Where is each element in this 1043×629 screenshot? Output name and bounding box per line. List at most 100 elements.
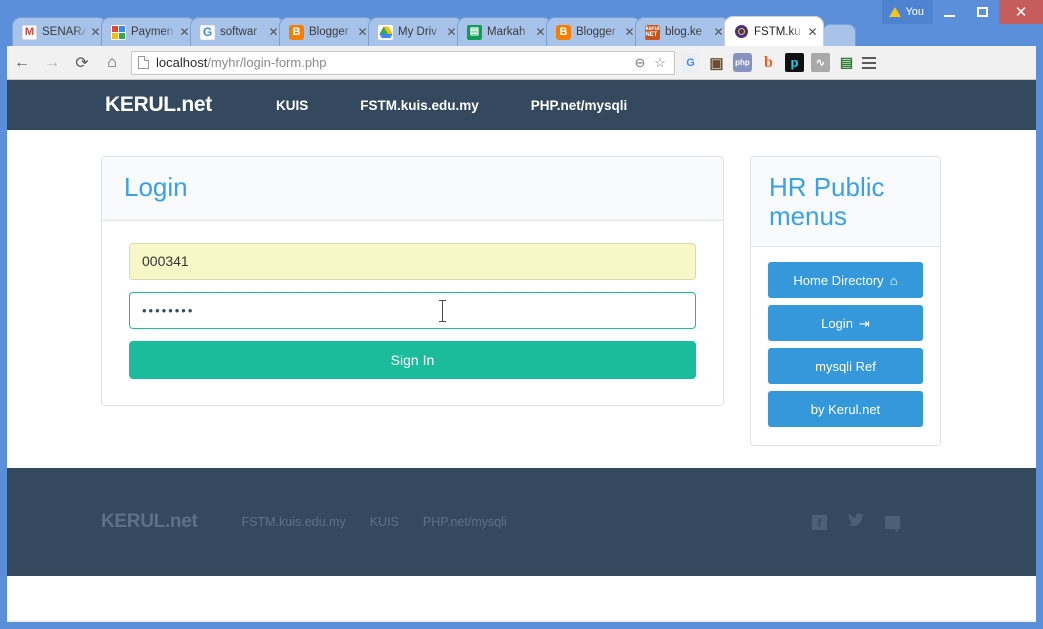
address-bar[interactable]: localhost/myhr/login-form.php ⊖ ☆ xyxy=(131,50,675,75)
sign-in-button[interactable]: Sign In xyxy=(129,340,696,379)
bitly-extension-icon[interactable]: b xyxy=(759,53,778,72)
minimize-icon xyxy=(944,14,955,17)
bookmark-star-icon[interactable]: ☆ xyxy=(650,55,670,71)
login-panel-header: Login xyxy=(102,157,723,221)
page-body: Login 000341 •••••••• Sign In HR Public … xyxy=(7,130,1036,468)
pocket-extension-icon[interactable]: p xyxy=(785,53,804,72)
tab-close-icon[interactable]: ✕ xyxy=(806,26,819,38)
footer-inner: KERUL.net FSTM.kuis.edu.my KUIS PHP.net/… xyxy=(101,511,1036,533)
title-bar: You ✕ M SENARA ✕ Paymen ✕ G softwar ✕ B … xyxy=(0,0,1043,46)
menus-panel-body: Home Directory ⌂ Login ⇥ mysqli Ref by K… xyxy=(751,247,940,445)
nav-link-fstm[interactable]: FSTM.kuis.edu.my xyxy=(334,98,505,113)
password-value: •••••••• xyxy=(142,302,195,318)
login-title: Login xyxy=(124,172,188,202)
browser-tab[interactable]: M SENARA ✕ xyxy=(12,17,107,46)
browser-window: You ✕ M SENARA ✕ Paymen ✕ G softwar ✕ B … xyxy=(0,0,1043,629)
browser-tab[interactable]: B Blogger ✕ xyxy=(546,17,641,46)
nav-link-php[interactable]: PHP.net/mysqli xyxy=(505,98,654,113)
google-sheets-icon: ▤ xyxy=(467,24,482,40)
maximize-button[interactable] xyxy=(966,0,999,24)
browser-menu-icon[interactable] xyxy=(858,56,880,69)
back-button[interactable]: ← xyxy=(7,46,37,80)
menus-title: HR Public menus xyxy=(768,172,885,231)
blogger-icon: B xyxy=(289,24,304,40)
php-extension-icon[interactable]: php xyxy=(733,53,752,72)
sign-in-icon: ⇥ xyxy=(858,315,870,331)
content-row: Login 000341 •••••••• Sign In HR Public … xyxy=(101,156,941,468)
forward-button[interactable]: → xyxy=(37,46,67,80)
footer-brand[interactable]: KERUL.net xyxy=(101,511,198,533)
forward-arrow-icon: → xyxy=(44,53,60,71)
analytics-extension-icon[interactable]: ∿ xyxy=(811,53,830,72)
footer-link-php[interactable]: PHP.net/mysqli xyxy=(423,515,507,529)
status-bar xyxy=(7,620,1036,622)
tab-title: Paymen xyxy=(131,26,174,38)
minimize-button[interactable] xyxy=(933,0,966,24)
tab-title: SENARA xyxy=(42,26,87,38)
camera-extension-icon[interactable]: ▣ xyxy=(707,53,726,72)
profile-button[interactable]: You xyxy=(882,0,933,24)
site-navbar: KERUL.net KUIS FSTM.kuis.edu.my PHP.net/… xyxy=(7,80,1036,130)
browser-tab[interactable]: kerul NET blog.ke ✕ xyxy=(635,17,730,46)
login-button[interactable]: Login ⇥ xyxy=(767,305,923,342)
close-icon: ✕ xyxy=(1014,4,1028,21)
url-text: localhost/myhr/login-form.php xyxy=(156,55,630,70)
tab-title: FSTM.ku xyxy=(754,25,801,38)
url-path: /myhr/login-form.php xyxy=(207,55,327,70)
tab-title: My Driv xyxy=(398,26,437,38)
by-kerul-button[interactable]: by Kerul.net xyxy=(767,391,923,428)
browser-tab[interactable]: Paymen ✕ xyxy=(101,17,196,46)
page-viewport: KERUL.net KUIS FSTM.kuis.edu.my PHP.net/… xyxy=(7,80,1036,620)
reload-button[interactable]: ⟳ xyxy=(67,46,97,80)
facebook-icon[interactable]: f xyxy=(812,514,827,530)
new-tab-button[interactable] xyxy=(822,24,856,46)
site-footer: KERUL.net FSTM.kuis.edu.my KUIS PHP.net/… xyxy=(7,468,1036,576)
footer-links: FSTM.kuis.edu.my KUIS PHP.net/mysqli xyxy=(242,515,507,529)
footer-link-kuis[interactable]: KUIS xyxy=(370,515,399,529)
username-input[interactable]: 000341 xyxy=(129,242,696,280)
browser-tab[interactable]: ▤ Markah ✕ xyxy=(457,17,552,46)
home-button[interactable]: ⌂ xyxy=(97,46,127,80)
page-info-icon xyxy=(138,56,149,69)
nav-link-kuis[interactable]: KUIS xyxy=(250,98,334,113)
profile-label: You xyxy=(905,6,924,18)
google-drive-icon xyxy=(378,24,393,40)
home-directory-button[interactable]: Home Directory ⌂ xyxy=(767,262,923,299)
tab-strip: M SENARA ✕ Paymen ✕ G softwar ✕ B Blogge… xyxy=(12,16,856,46)
extension-icons: G ▣ php b p ∿ ▤ xyxy=(681,53,858,72)
footer-social: f xyxy=(812,513,1036,533)
home-directory-label: Home Directory xyxy=(793,272,884,288)
close-window-button[interactable]: ✕ xyxy=(999,0,1043,24)
mysqli-ref-label: mysqli Ref xyxy=(815,358,876,374)
site-nav-links: KUIS FSTM.kuis.edu.my PHP.net/mysqli xyxy=(250,98,653,113)
twitter-icon[interactable] xyxy=(848,513,864,531)
google-translate-extension-icon[interactable]: G xyxy=(681,53,700,72)
kerul-net-icon: kerul NET xyxy=(645,24,660,40)
google-photos-icon xyxy=(111,24,126,40)
maximize-icon xyxy=(977,7,988,17)
browser-tab[interactable]: B Blogger ✕ xyxy=(279,17,374,46)
browser-tab-active[interactable]: FSTM.ku ✕ xyxy=(724,16,824,46)
tab-title: Blogger xyxy=(309,26,349,38)
password-input[interactable]: •••••••• xyxy=(129,291,696,329)
reload-icon: ⟳ xyxy=(75,54,89,72)
comment-icon[interactable] xyxy=(885,515,900,533)
tab-title: softwar xyxy=(220,26,258,38)
screencast-extension-icon[interactable]: ▤ xyxy=(837,53,856,72)
login-panel-body: 000341 •••••••• Sign In xyxy=(102,221,723,405)
window-controls: You ✕ xyxy=(882,0,1043,24)
browser-tab[interactable]: G softwar ✕ xyxy=(190,17,285,46)
back-arrow-icon: ← xyxy=(14,53,30,71)
login-panel: Login 000341 •••••••• Sign In xyxy=(101,156,724,406)
site-brand[interactable]: KERUL.net xyxy=(105,93,212,117)
home-icon: ⌂ xyxy=(889,272,898,288)
username-value: 000341 xyxy=(142,253,189,270)
tab-title: blog.ke xyxy=(665,26,703,38)
browser-tab[interactable]: My Driv ✕ xyxy=(368,17,463,46)
browser-toolbar: ← → ⟳ ⌂ localhost/myhr/login-form.php ⊖ … xyxy=(7,46,1036,80)
zoom-out-icon[interactable]: ⊖ xyxy=(630,55,650,71)
footer-link-fstm[interactable]: FSTM.kuis.edu.my xyxy=(242,515,346,529)
google-search-icon: G xyxy=(200,24,215,40)
mysqli-ref-button[interactable]: mysqli Ref xyxy=(767,348,923,385)
page-blank-area xyxy=(7,576,1036,620)
